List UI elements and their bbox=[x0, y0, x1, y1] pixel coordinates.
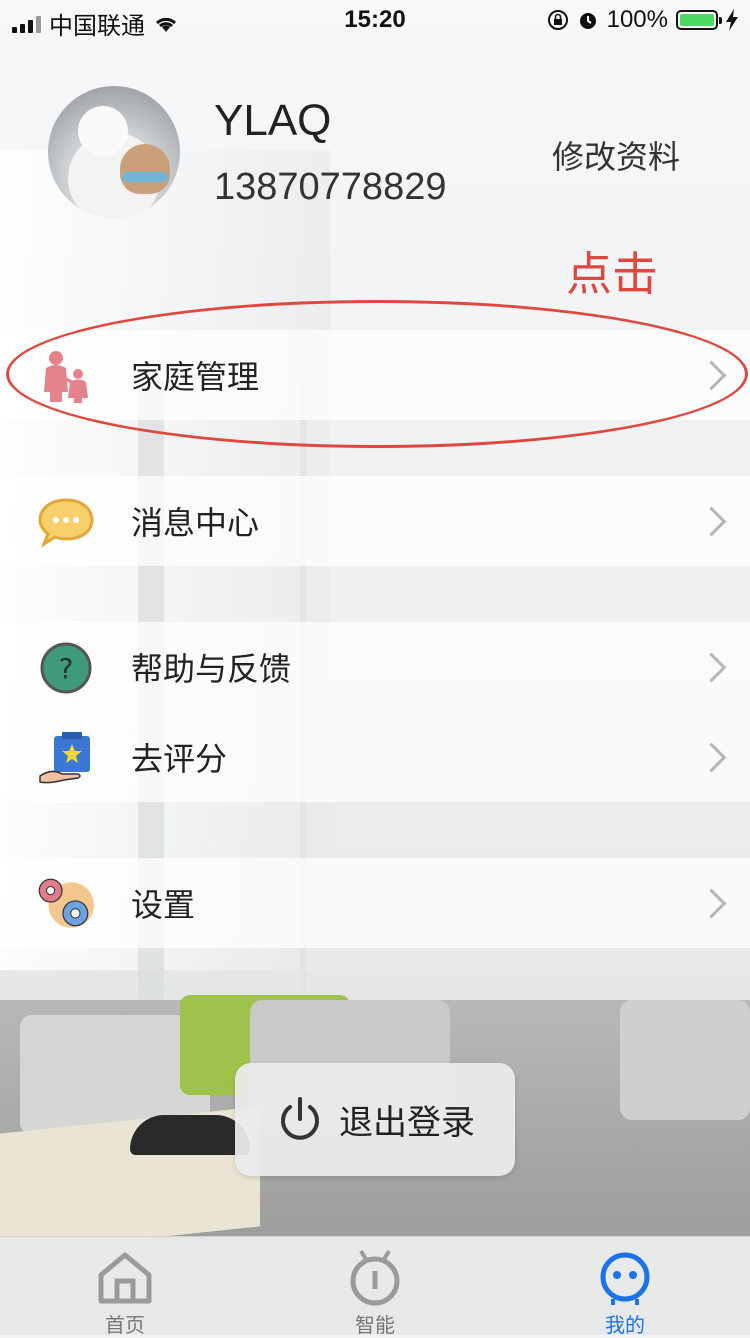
svg-text:?: ? bbox=[59, 652, 74, 685]
menu-item-label: 家庭管理 bbox=[131, 359, 260, 395]
tab-smart[interactable]: 智能 bbox=[300, 1237, 450, 1337]
chevron-right-icon bbox=[696, 360, 727, 390]
family-icon bbox=[44, 351, 88, 403]
smart-device-icon bbox=[350, 1249, 400, 1306]
settings-gear-icon bbox=[38, 878, 94, 928]
tab-mine[interactable]: 我的 bbox=[550, 1237, 700, 1337]
logout-button[interactable]: 退出登录 bbox=[235, 1063, 515, 1176]
menu-group-messages: 消息中心 bbox=[0, 476, 750, 566]
chevron-right-icon bbox=[696, 742, 727, 772]
menu-item-label: 设置 bbox=[131, 887, 196, 923]
chevron-right-icon bbox=[696, 888, 727, 918]
charging-bolt-icon bbox=[726, 9, 738, 31]
help-icon: ? bbox=[40, 642, 92, 694]
menu-item-settings[interactable]: 设置 bbox=[0, 858, 750, 948]
home-icon bbox=[98, 1252, 152, 1304]
menu-item-family-management[interactable]: 家庭管理 bbox=[0, 330, 750, 420]
menu-item-message-center[interactable]: 消息中心 bbox=[0, 476, 750, 566]
battery-icon bbox=[676, 10, 722, 30]
logout-label: 退出登录 bbox=[339, 1104, 475, 1142]
menu-item-help-feedback[interactable]: ? 帮助与反馈 bbox=[0, 622, 750, 712]
rotation-lock-icon bbox=[547, 10, 568, 30]
edit-profile-button[interactable]: 修改资料 bbox=[552, 132, 680, 178]
username: YLAQ bbox=[214, 96, 332, 145]
chevron-right-icon bbox=[696, 652, 727, 682]
menu-group-help: ? 帮助与反馈 去评分 bbox=[0, 622, 750, 802]
avatar[interactable] bbox=[48, 86, 180, 218]
menu-group-settings: 设置 bbox=[0, 858, 750, 948]
menu-item-rate[interactable]: 去评分 bbox=[0, 712, 750, 802]
power-icon bbox=[281, 1096, 319, 1140]
profile-robot-icon bbox=[600, 1252, 650, 1305]
annotation-click-text: 点击 bbox=[566, 247, 658, 301]
rate-icon bbox=[39, 732, 90, 784]
menu-item-label: 消息中心 bbox=[131, 505, 260, 541]
battery-percent: 100% bbox=[606, 6, 668, 33]
alarm-icon bbox=[579, 13, 596, 29]
tab-home[interactable]: 首页 bbox=[50, 1237, 200, 1337]
message-icon bbox=[38, 498, 94, 548]
phone-number: 13870778829 bbox=[214, 166, 447, 208]
chevron-right-icon bbox=[696, 506, 727, 536]
menu-item-label: 去评分 bbox=[131, 741, 228, 777]
bottom-tab-bar: 首页 智能 我的 bbox=[0, 1236, 750, 1337]
menu-group-family: 家庭管理 bbox=[0, 330, 750, 420]
menu-item-label: 帮助与反馈 bbox=[131, 651, 292, 687]
status-bar: 中国联通 15:20 100% bbox=[0, 0, 750, 40]
